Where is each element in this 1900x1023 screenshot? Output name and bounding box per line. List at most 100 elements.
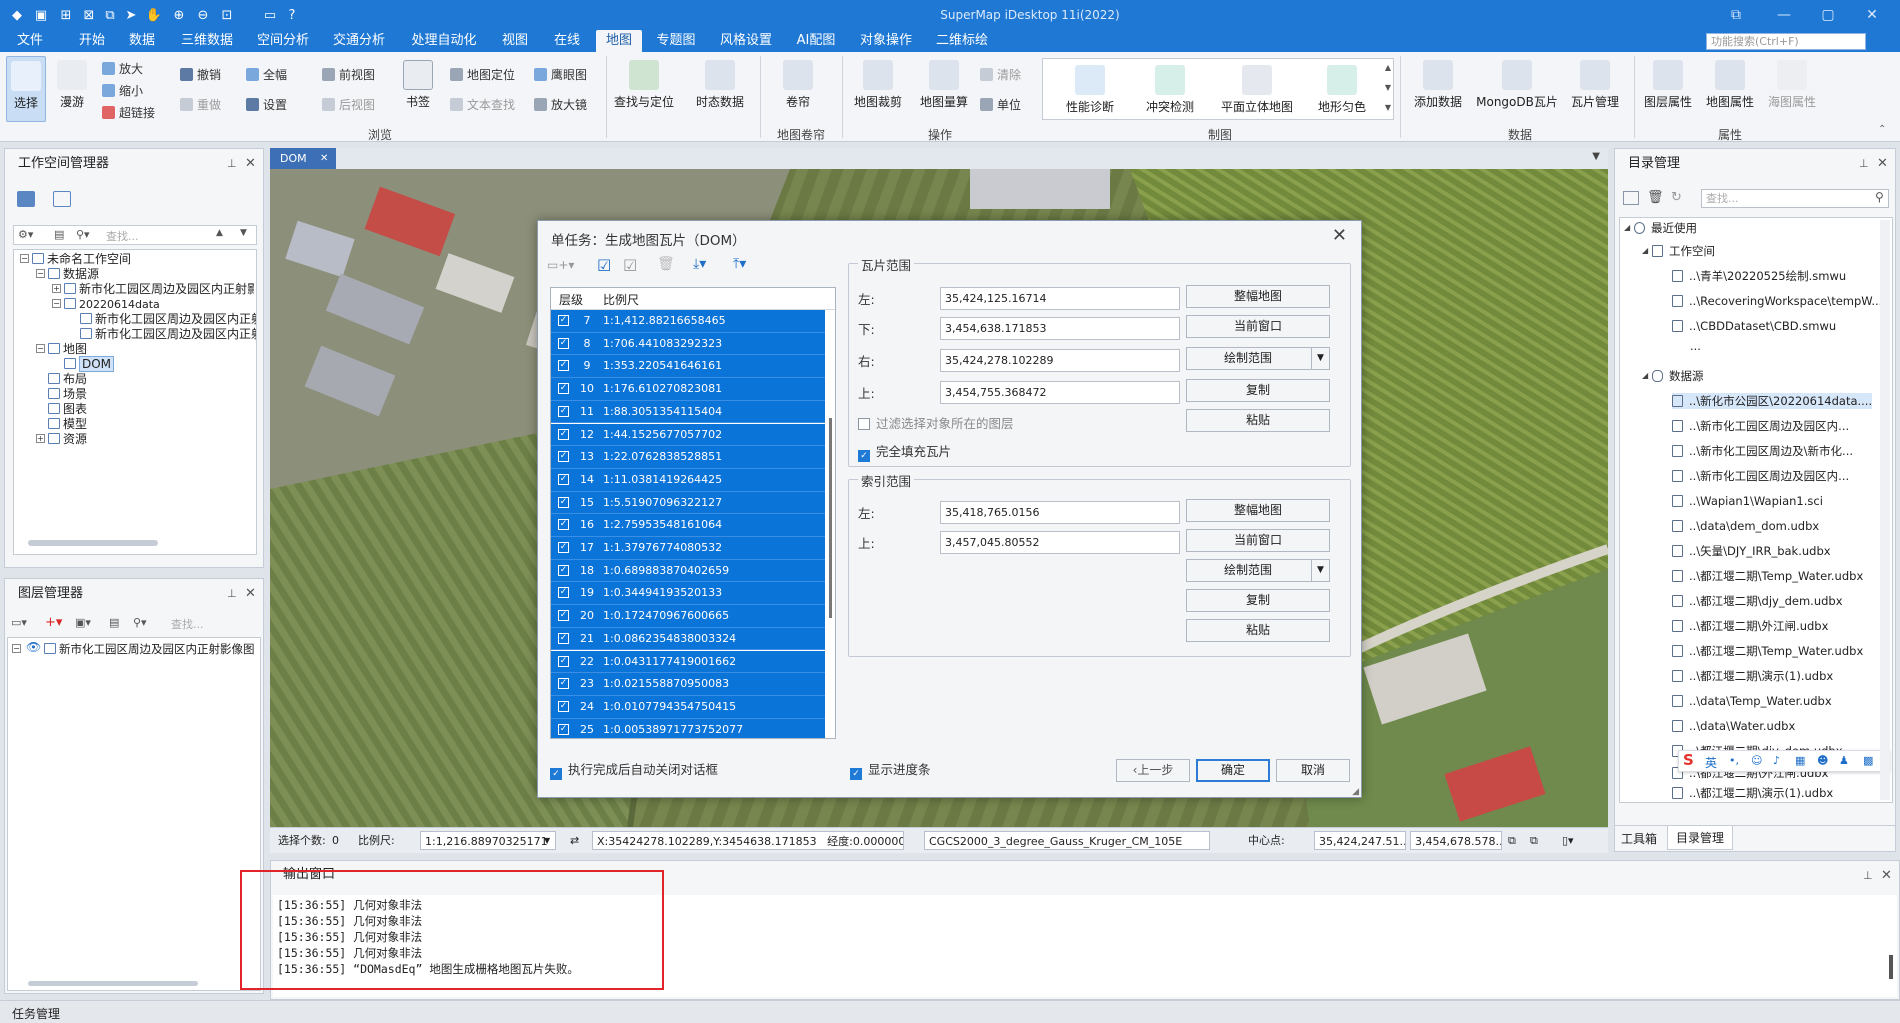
settings-button[interactable]: 设置 (246, 96, 287, 113)
level-checkbox[interactable]: ✓ (558, 473, 569, 485)
level-checkbox[interactable]: ✓ (558, 383, 569, 395)
level-row[interactable]: ✓ 8 1:706.441083292323 (551, 332, 825, 356)
ime-mode[interactable]: 英 (1705, 754, 1717, 771)
datasource-item[interactable]: ..\都江堰二期\演示(1).udbx (1672, 785, 1833, 801)
tile-paste-button[interactable]: 粘贴 (1186, 409, 1330, 432)
menu-map[interactable]: 地图 (596, 30, 642, 52)
menu-thematic[interactable]: 专题图 (648, 30, 704, 52)
gallery-expand-icon[interactable]: ▼ (1385, 103, 1391, 112)
tab-toolbox[interactable]: 工具箱 (1621, 830, 1657, 847)
bookmark-button[interactable]: 书签 (398, 60, 438, 110)
level-row[interactable]: ✓ 16 1:2.75953548161064 (551, 514, 825, 537)
sogou-logo-icon[interactable]: S (1683, 751, 1694, 769)
tree-node-charts[interactable]: 图表 (48, 402, 87, 417)
catalog-search-input[interactable]: 查找... (1701, 189, 1889, 208)
scale-combo[interactable]: 1:1,216.88970325171 (420, 831, 556, 850)
close-icon[interactable]: ✕ (245, 149, 259, 179)
pin-icon[interactable]: ⊥ (1863, 861, 1877, 891)
expand-icon[interactable]: − (36, 269, 45, 278)
select-all-icon[interactable]: ☑ (597, 256, 611, 275)
menu-view[interactable]: 视图 (492, 30, 538, 52)
extent-icon[interactable]: ⊡ (218, 6, 236, 24)
horizontal-scrollbar[interactable] (28, 540, 158, 546)
temporal-data-button[interactable]: 时态数据 (684, 60, 756, 110)
datasource-item[interactable]: ..\都江堰二期\外江闸.udbx (1672, 618, 1828, 634)
level-checkbox[interactable]: ✓ (558, 587, 569, 599)
index-current-window-button[interactable]: 当前窗口 (1186, 529, 1330, 552)
level-checkbox[interactable]: ✓ (558, 542, 569, 553)
delete-icon[interactable]: 🗑 (657, 256, 675, 272)
zoom-out-icon[interactable]: ⊖ (194, 6, 212, 24)
fill-tiles-checkbox[interactable]: ✓ 完全填充瓦片 (858, 441, 951, 462)
undo-button[interactable]: 撤销 (180, 66, 221, 83)
tree-node-recent[interactable]: 最近使用 (1634, 220, 1697, 236)
level-checkbox[interactable]: ✓ (558, 632, 569, 644)
index-copy-button[interactable]: 复制 (1186, 589, 1330, 612)
add-data-button[interactable]: 添加数据 (1406, 60, 1470, 110)
map-locate-button[interactable]: 地图定位 (450, 66, 515, 83)
tile-draw-range-button[interactable]: 绘制范围 ▼ (1186, 347, 1330, 370)
map-property-button[interactable]: 地图属性 (1700, 60, 1760, 110)
tree-node-dataset[interactable]: 新市化工园区周边及园区内正射影像图 (80, 327, 256, 342)
refresh-icon[interactable]: ↻ (1671, 190, 1682, 205)
crs-field[interactable]: CGCS2000_3_degree_Gauss_Kruger_CM_105E (924, 831, 1210, 850)
level-row[interactable]: ✓ 25 1:0.00538971773752077 (551, 718, 825, 738)
swipe-button[interactable]: 卷帘 (770, 60, 826, 110)
conflict-check-button[interactable]: 冲突检测 (1135, 65, 1205, 115)
search-icon[interactable]: ⚲▾ (76, 228, 90, 241)
menu-spatial-analysis[interactable]: 空间分析 (250, 30, 316, 52)
maximize-button[interactable]: ▢ (1808, 3, 1848, 27)
auto-close-checkbox[interactable]: ✓ 执行完成后自动关闭对话框 (550, 759, 718, 780)
move-down-icon[interactable]: ▼ (240, 228, 247, 238)
datasource-item[interactable]: ..\data\dem_dom.udbx (1672, 518, 1819, 534)
tree-node-resources[interactable]: 资源 (48, 432, 87, 447)
chart-property-button[interactable]: 海图属性 (1762, 60, 1822, 110)
tab-dom[interactable]: DOM ✕ (270, 148, 336, 169)
visible-eye-icon[interactable]: 👁 (26, 640, 41, 654)
layer-search-input[interactable]: 查找... (171, 616, 204, 632)
level-checkbox[interactable]: ✓ (558, 655, 569, 667)
level-row[interactable]: ✓ 14 1:11.0381419264425 (551, 468, 825, 492)
menu-style[interactable]: 风格设置 (712, 30, 780, 52)
level-row[interactable]: ✓ 22 1:0.0431177419001662 (551, 650, 825, 674)
datasource-item[interactable]: ..\都江堰二期\Temp_Water.udbx (1672, 568, 1863, 584)
tree-node-datasource[interactable]: 20220614data (64, 297, 160, 312)
vertical-scrollbar[interactable] (829, 418, 832, 618)
minimize-button[interactable]: — (1764, 3, 1804, 27)
expand-icon[interactable]: − (20, 254, 29, 263)
restore-ribbon-icon[interactable]: ⧉ (1716, 3, 1756, 27)
tree-node-workspaces[interactable]: 工作空间 (1652, 243, 1715, 259)
expand-icon[interactable]: + (36, 434, 45, 443)
level-checkbox[interactable]: ✓ (558, 519, 569, 531)
emoji-icon[interactable]: ☺ (1751, 754, 1762, 767)
center-x-field[interactable]: 35,424,247.51... (1314, 831, 1406, 850)
menu-automation[interactable]: 处理自动化 (404, 30, 484, 52)
tree-node-workspace[interactable]: 未命名工作空间 (32, 252, 131, 267)
paste-coords-icon[interactable]: ⧉ (1530, 831, 1538, 850)
vertical-scrollbar[interactable] (1889, 955, 1893, 979)
pin-icon[interactable]: ⊥ (227, 579, 241, 609)
tree-node-datasources[interactable]: 数据源 (1652, 368, 1704, 384)
level-checkbox[interactable]: ✓ (558, 564, 569, 576)
level-row[interactable]: ✓ 21 1:0.0862354838003324 (551, 627, 825, 651)
search-icon[interactable]: ⚲▾ (133, 616, 147, 629)
index-full-extent-button[interactable]: 整幅地图 (1186, 499, 1330, 522)
vertical-scrollbar[interactable] (1880, 220, 1890, 800)
unit-button[interactable]: 单位 (980, 96, 1021, 113)
flat-3d-map-button[interactable]: 平面立体地图 (1211, 65, 1303, 115)
level-row[interactable]: ✓ 17 1:1.37976774080532 (551, 537, 825, 560)
level-row[interactable]: ✓ 19 1:0.34494193520133 (551, 582, 825, 606)
filter-layers-checkbox[interactable]: 过滤选择对象所在的图层 (858, 413, 1014, 432)
level-checkbox[interactable]: ✓ (558, 723, 569, 735)
map-clip-button[interactable]: 地图裁剪 (846, 60, 910, 110)
clear-button[interactable]: 清除 (980, 66, 1021, 83)
recent-workspace-item[interactable]: ..\CBDDataset\CBD.smwu (1672, 318, 1836, 334)
recent-workspace-item[interactable]: ..\青羊\20220525绘制.smwu (1672, 268, 1846, 284)
import-icon[interactable]: ⤓▾ (693, 256, 706, 272)
level-row[interactable]: ✓ 18 1:0.689883870402659 (551, 559, 825, 583)
pan-button[interactable]: 漫游 (52, 60, 92, 110)
layer-props-icon[interactable]: ▤ (109, 616, 119, 629)
workspace-menu-icon[interactable]: ⚙▾ (18, 228, 33, 241)
menu-data[interactable]: 数据 (120, 30, 164, 52)
collapse-icon[interactable]: ◢ (1642, 246, 1648, 255)
